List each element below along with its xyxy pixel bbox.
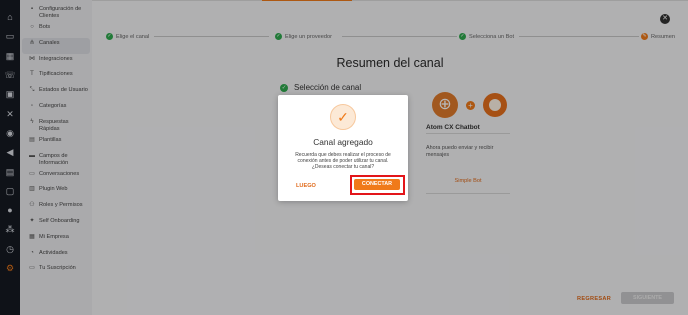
modal-title: Canal agregado <box>313 137 373 147</box>
connect-button[interactable]: CONECTAR <box>354 179 400 190</box>
check-icon: ✓ <box>330 104 356 130</box>
later-button[interactable]: LUEGO <box>296 183 316 189</box>
channel-added-modal: ✓ Canal agregado Recuerda que debes real… <box>278 95 408 201</box>
modal-message: Recuerda que debes realizar el proceso d… <box>295 152 391 171</box>
